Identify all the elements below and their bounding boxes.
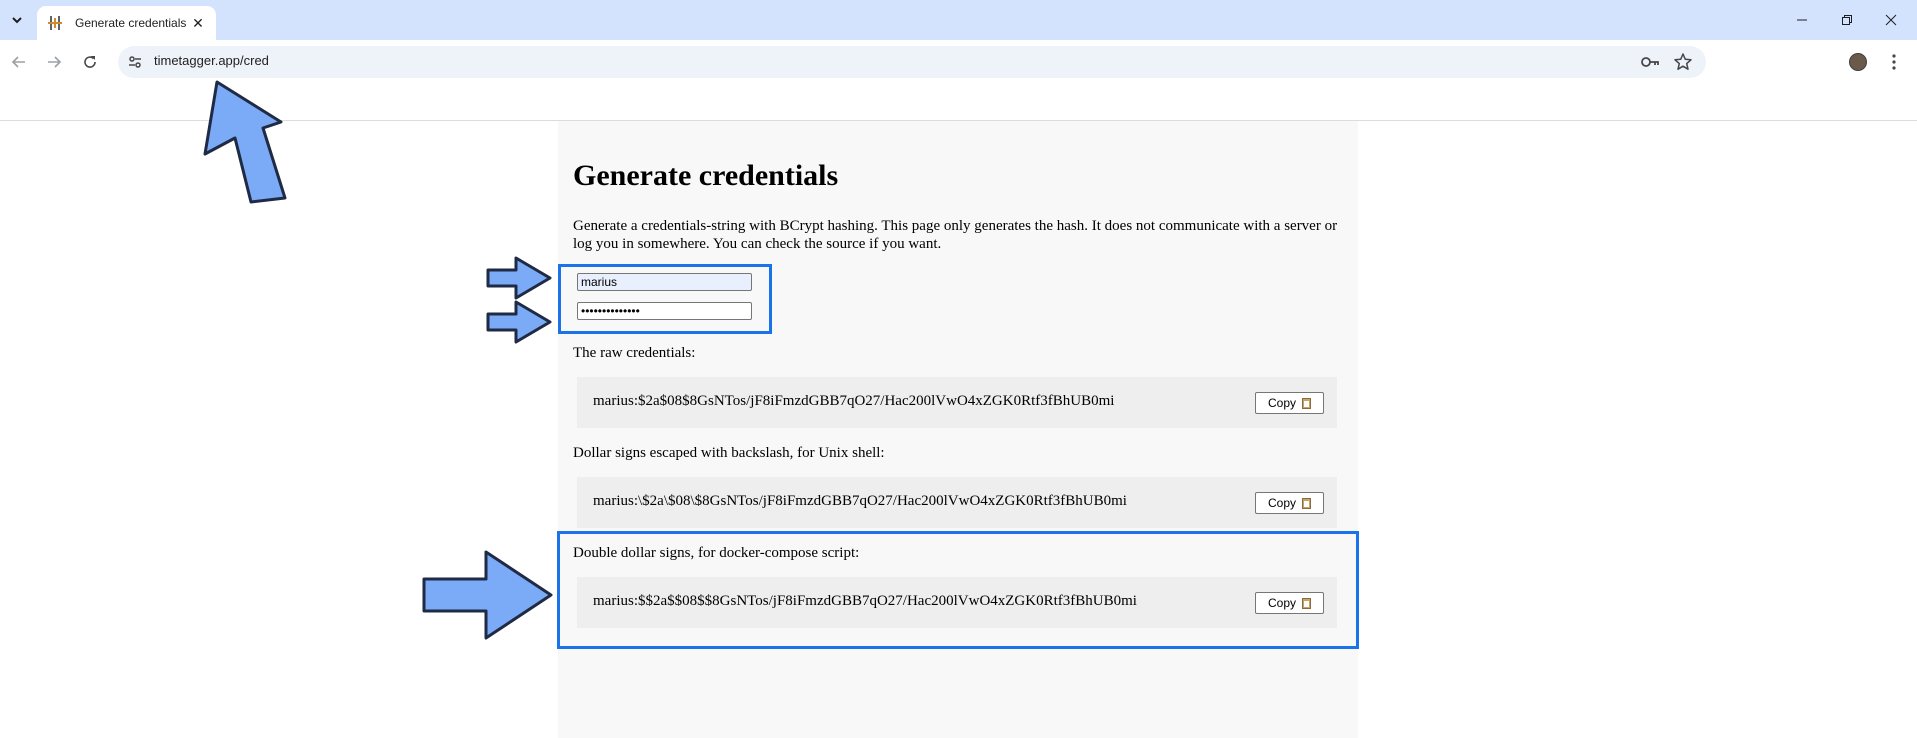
raw-credentials-value: marius:$2a$08$8GsNTos/jF8iFmzdGBB7qO27/H… <box>593 393 1115 409</box>
page-content: Generate credentials Generate a credenti… <box>558 121 1358 738</box>
browser-tab[interactable]: Generate credentials ✕ <box>37 6 216 40</box>
site-info-icon[interactable] <box>127 54 143 70</box>
tab-title: Generate credentials <box>75 16 187 30</box>
page-title: Generate credentials <box>573 159 839 192</box>
minimize-icon[interactable] <box>1784 6 1820 34</box>
copy-escaped-button[interactable]: Copy <box>1255 492 1324 514</box>
escaped-credentials-box: marius:\$2a\$08\$8GsNTos/jF8iFmzdGBB7qO2… <box>577 477 1337 528</box>
username-arrow-annotation <box>486 256 552 300</box>
clipboard-icon <box>1302 397 1311 409</box>
star-icon[interactable] <box>1673 52 1693 72</box>
intro-text: Generate a credentials-string with BCryp… <box>573 218 1338 252</box>
browser-toolbar: timetagger.app/cred <box>0 40 1917 121</box>
copy-docker-button[interactable]: Copy <box>1255 592 1324 614</box>
docker-credentials-label: Double dollar signs, for docker-compose … <box>573 545 860 561</box>
copy-label: Copy <box>1267 396 1296 410</box>
clipboard-icon <box>1302 597 1311 609</box>
avatar[interactable] <box>1849 53 1867 71</box>
escaped-credentials-label: Dollar signs escaped with backslash, for… <box>573 445 885 461</box>
reload-icon[interactable] <box>77 49 103 75</box>
docker-credentials-value: marius:$$2a$$08$$8GsNTos/jF8iFmzdGBB7qO2… <box>593 593 1137 609</box>
close-icon[interactable]: ✕ <box>188 13 208 33</box>
chevron-down-icon[interactable] <box>6 8 28 32</box>
copy-label: Copy <box>1267 596 1296 610</box>
password-arrow-annotation <box>486 300 552 344</box>
raw-credentials-box: marius:$2a$08$8GsNTos/jF8iFmzdGBB7qO27/H… <box>577 377 1337 428</box>
copy-raw-button[interactable]: Copy <box>1255 392 1324 414</box>
key-icon[interactable] <box>1640 54 1660 70</box>
back-icon[interactable] <box>6 49 32 75</box>
copy-label: Copy <box>1267 496 1296 510</box>
password-input[interactable] <box>577 302 752 320</box>
escaped-credentials-value: marius:\$2a\$08\$8GsNTos/jF8iFmzdGBB7qO2… <box>593 493 1127 509</box>
docker-arrow-annotation <box>422 550 553 640</box>
restore-icon[interactable] <box>1829 6 1865 34</box>
docker-credentials-box: marius:$$2a$$08$$8GsNTos/jF8iFmzdGBB7qO2… <box>577 577 1337 628</box>
raw-credentials-label: The raw credentials: <box>573 345 696 361</box>
tab-strip: Generate credentials ✕ <box>0 0 1917 40</box>
favicon-icon <box>47 15 63 31</box>
forward-icon[interactable] <box>41 49 67 75</box>
username-input[interactable] <box>577 273 752 291</box>
kebab-menu-icon[interactable] <box>1884 49 1904 75</box>
close-window-icon[interactable] <box>1873 6 1909 34</box>
address-bar[interactable]: timetagger.app/cred <box>118 46 1706 78</box>
clipboard-icon <box>1302 497 1311 509</box>
url-text: timetagger.app/cred <box>154 53 269 68</box>
